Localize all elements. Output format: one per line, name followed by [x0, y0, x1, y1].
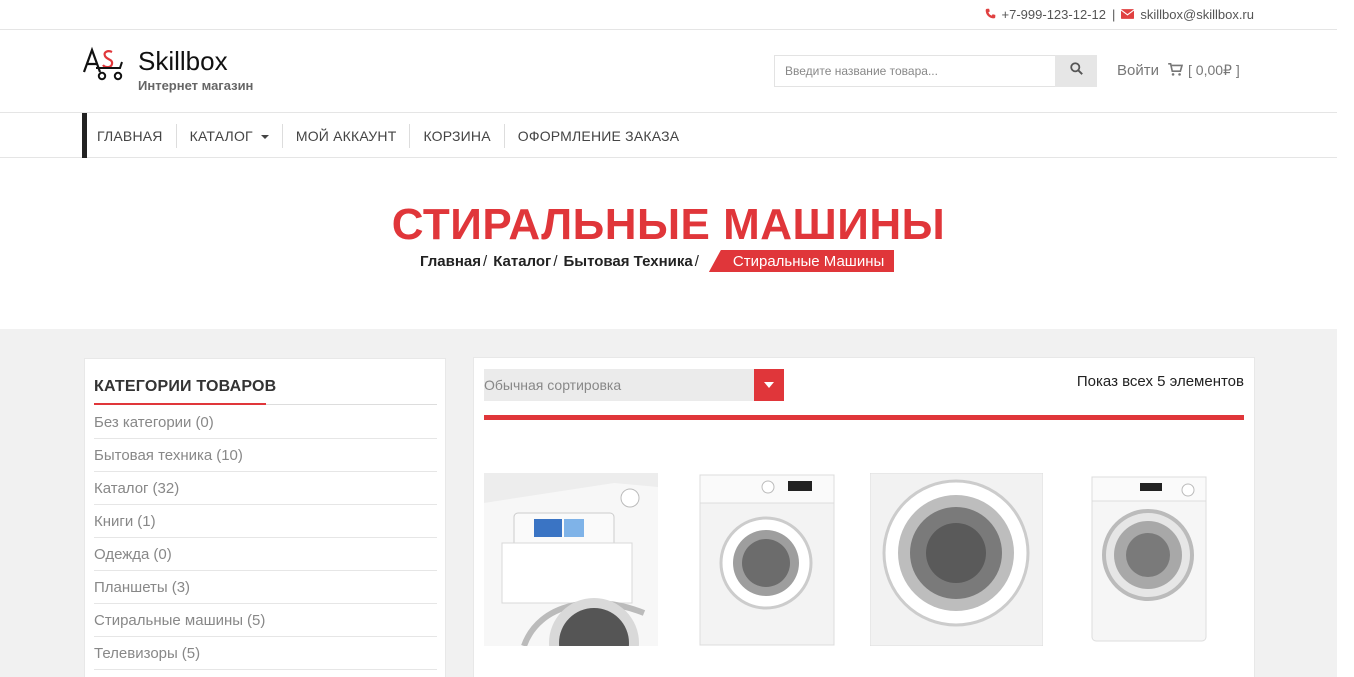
cart-total: [ 0,00₽ ]: [1188, 62, 1240, 78]
caret-down-icon: [754, 369, 784, 401]
logo-subtitle: Интернет магазин: [138, 78, 254, 93]
nav-item-home[interactable]: ГЛАВНАЯ: [87, 123, 177, 148]
category-count: (1): [137, 512, 156, 530]
login-link[interactable]: Войти: [1117, 62, 1159, 79]
search-form: [774, 55, 1097, 87]
categories-title: КАТЕГОРИИ ТОВАРОВ: [94, 378, 277, 395]
email-link[interactable]: skillbox@skillbox.ru: [1140, 7, 1254, 22]
nav-item-label: ГЛАВНАЯ: [97, 127, 163, 144]
logo-title: Skillbox: [138, 46, 228, 76]
category-count: (32): [152, 479, 180, 497]
category-count: (10): [216, 446, 243, 464]
nav-item-label: МОЙ АККАУНТ: [295, 127, 397, 144]
washing-machine-image: [870, 473, 1043, 646]
site-logo[interactable]: Skillbox Интернет магазин: [82, 46, 253, 93]
category-item[interactable]: Телевизоры (5): [94, 637, 437, 670]
product-image[interactable]: [1090, 473, 1208, 646]
category-name: Стиральные машины: [94, 611, 244, 629]
category-list: Без категории (0) Бытовая техника (10) Кат…: [94, 406, 437, 670]
product-image[interactable]: [870, 473, 1043, 646]
washing-machine-image: [698, 473, 836, 646]
category-item[interactable]: Бытовая техника (10): [94, 439, 437, 472]
search-input[interactable]: [774, 55, 1055, 87]
washing-machine-image: [484, 473, 658, 646]
breadcrumb-home[interactable]: Главная: [420, 253, 481, 270]
sort-select[interactable]: Обычная сортировка: [484, 369, 784, 401]
nav-item-checkout[interactable]: ОФОРМЛЕНИЕ ЗАКАЗА: [505, 124, 693, 148]
logo-mark-icon: [82, 46, 126, 82]
contacts: +7-999-123-12-12 | skillbox@skillbox.ru: [985, 7, 1254, 22]
main-nav: ГЛАВНАЯ КАТАЛОГ МОЙ АККАУНТ КОРЗИНА ОФОР…: [0, 113, 1337, 158]
sort-selected-value: Обычная сортировка: [484, 377, 622, 393]
envelope-icon: [1121, 8, 1135, 22]
products-panel: Обычная сортировка Показ всех 5 элементо…: [473, 357, 1255, 677]
category-count: (5): [247, 611, 266, 629]
breadcrumb-separator: /: [553, 252, 558, 270]
breadcrumb-separator: /: [694, 252, 699, 270]
phone-icon: [985, 8, 996, 22]
nav-item-label: КОРЗИНА: [423, 127, 491, 144]
caret-down-icon: [260, 134, 269, 139]
nav-item-label: ОФОРМЛЕНИЕ ЗАКАЗА: [517, 127, 680, 144]
categories-widget: КАТЕГОРИИ ТОВАРОВ Без категории (0) Бытов…: [84, 358, 446, 677]
category-name: Без категории: [94, 413, 192, 431]
category-name: Телевизоры: [94, 644, 178, 662]
breadcrumb-catalog[interactable]: Каталог: [493, 253, 551, 270]
nav-item-account[interactable]: МОЙ АККАУНТ: [283, 123, 411, 148]
category-name: Одежда: [94, 545, 150, 563]
page-hero: СТИРАЛЬНЫЕ МАШИНЫ Главная / Каталог / Быто…: [0, 158, 1337, 329]
top-bar: +7-999-123-12-12 | skillbox@skillbox.ru: [0, 0, 1337, 30]
breadcrumb: Главная / Каталог / Бытовая Техника / Стира…: [420, 250, 895, 272]
breadcrumb-current: Стиральные Машины: [708, 250, 895, 272]
cart-link[interactable]: [ 0,00₽ ]: [1168, 62, 1240, 79]
category-item[interactable]: Одежда (0): [94, 538, 437, 571]
washing-machine-image: [1090, 473, 1208, 646]
breadcrumb-separator: /: [483, 252, 488, 270]
category-name: Книги: [94, 512, 134, 530]
toolbar-divider: [484, 415, 1244, 420]
category-item[interactable]: Каталог (32): [94, 472, 437, 505]
phone-number[interactable]: +7-999-123-12-12: [1002, 7, 1106, 22]
search-button[interactable]: [1055, 55, 1097, 87]
product-image[interactable]: [484, 473, 658, 646]
category-item[interactable]: Без категории (0): [94, 406, 437, 439]
category-name: Планшеты: [94, 578, 168, 596]
content-area: КАТЕГОРИИ ТОВАРОВ Без категории (0) Бытов…: [0, 329, 1337, 677]
nav-item-label: КАТАЛОГ: [189, 127, 253, 144]
shopping-cart-icon: [1168, 62, 1184, 79]
category-count: (3): [171, 578, 191, 596]
category-item[interactable]: Стиральные машины (5): [94, 604, 437, 637]
category-count: (5): [181, 644, 201, 662]
category-item[interactable]: Планшеты (3): [94, 571, 437, 604]
category-name: Каталог: [94, 479, 149, 497]
category-item[interactable]: Книги (1): [94, 505, 437, 538]
nav-item-cart[interactable]: КОРЗИНА: [410, 123, 505, 148]
page-title: СТИРАЛЬНЫЕ МАШИНЫ: [391, 200, 946, 249]
category-name: Бытовая техника: [94, 446, 213, 464]
product-image[interactable]: [698, 473, 836, 646]
site-header: Skillbox Интернет магазин Войти [ 0,00₽ …: [0, 30, 1337, 113]
category-count: (0): [195, 413, 214, 431]
breadcrumb-appliances[interactable]: Бытовая Техника: [563, 253, 692, 270]
search-icon: [1069, 62, 1083, 80]
contacts-separator: |: [1111, 7, 1116, 22]
category-count: (0): [153, 545, 172, 563]
title-underline: [94, 403, 266, 405]
result-count: Показ всех 5 элементов: [1076, 373, 1244, 390]
nav-item-catalog[interactable]: КАТАЛОГ: [177, 123, 283, 148]
